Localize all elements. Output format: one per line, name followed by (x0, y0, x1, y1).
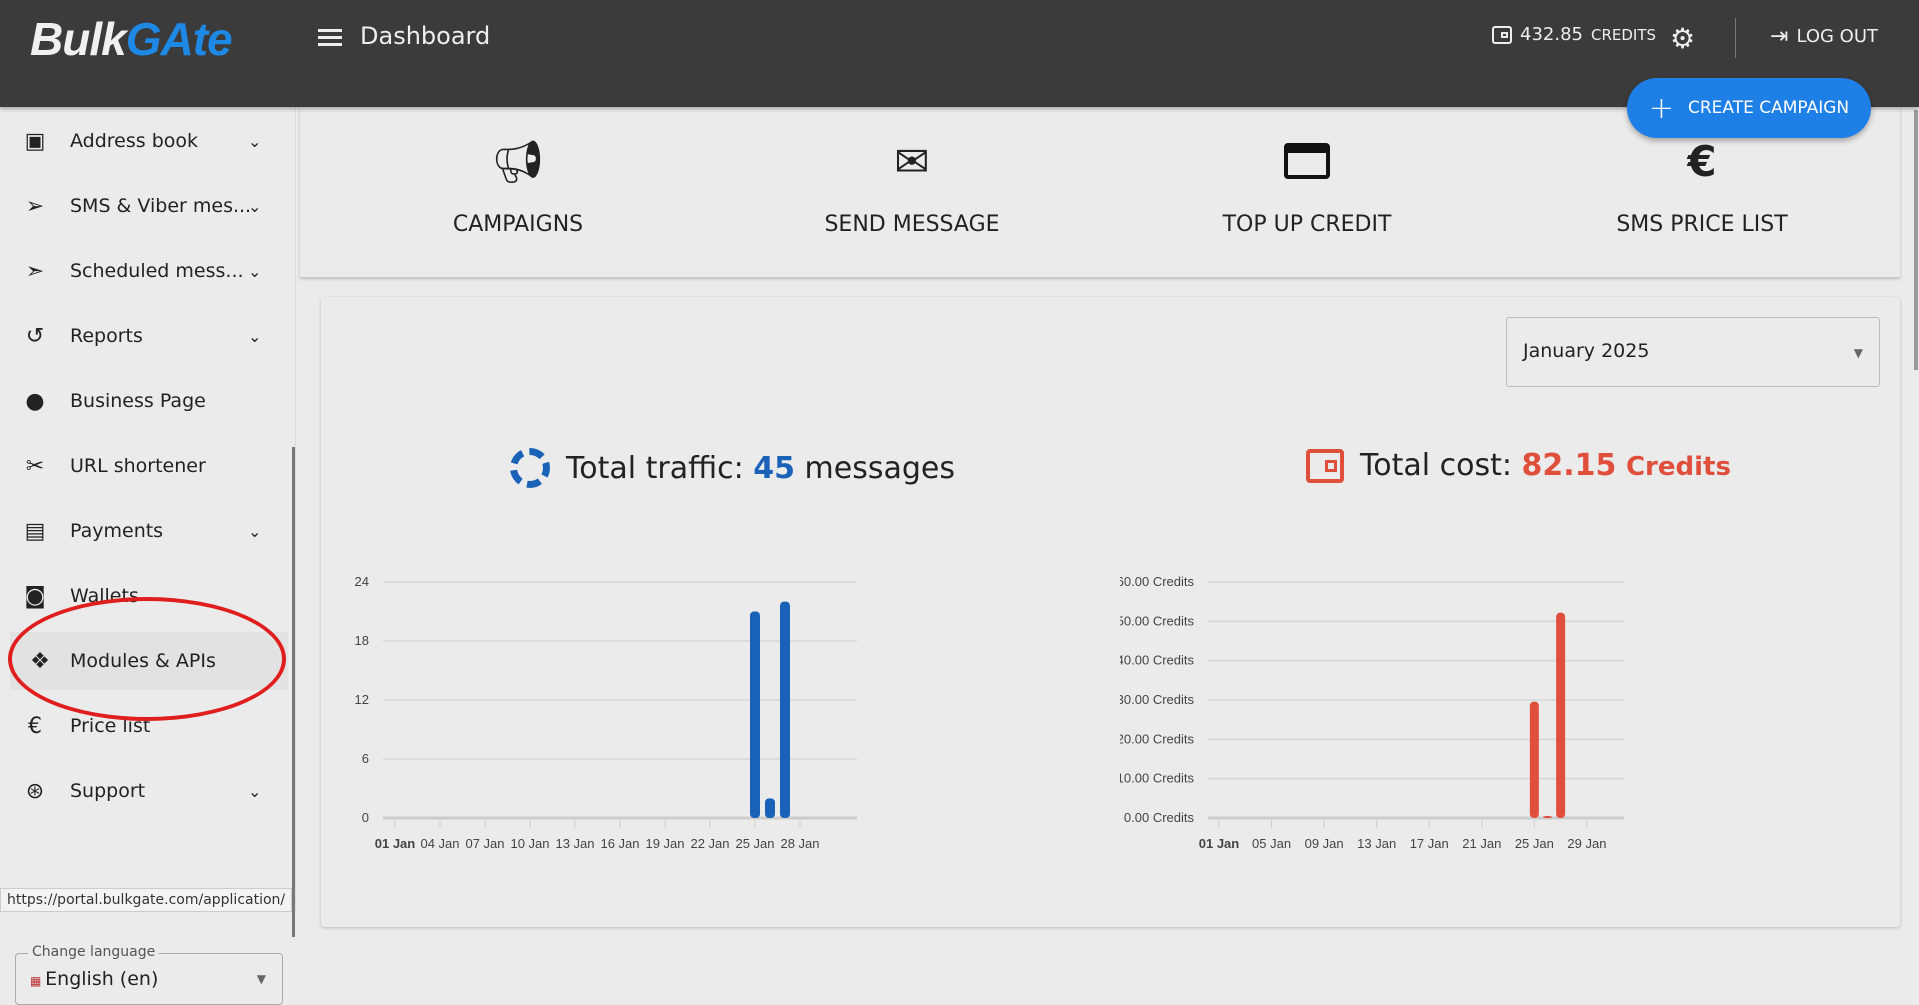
x-tick-label: 29 Jan (1567, 836, 1606, 851)
page-scrollbar[interactable] (1914, 110, 1918, 370)
shortcut-send-message[interactable]: ✉ SEND MESSAGE (762, 137, 1062, 237)
shortcut-top-up-credit[interactable]: TOP UP CREDIT (1157, 137, 1457, 237)
y-tick-label: 60.00 Credits (1120, 574, 1194, 589)
wallet-icon: ◙ (24, 583, 46, 609)
mail-send-icon: ✉ (894, 137, 930, 186)
logout-button[interactable]: ⇥ LOG OUT (1770, 24, 1878, 49)
x-tick-label: 28 Jan (780, 836, 819, 851)
wallet-icon (1492, 25, 1512, 44)
y-tick-label: 50.00 Credits (1120, 613, 1194, 628)
sidebar-item-address-book[interactable]: ▣ Address book ⌄ (0, 112, 290, 170)
sidebar-item-modules-apis[interactable]: ❖ Modules & APIs (10, 632, 288, 690)
gear-icon[interactable]: ⚙ (1670, 22, 1695, 55)
cost-chart: 0.00 Credits 10.00 Credits 20.00 Credits 30… (1120, 574, 1624, 851)
sidebar-item-business-page[interactable]: ● Business Page (0, 372, 290, 430)
uk-flag-icon: ▦ (30, 974, 46, 988)
shortcut-sms-price-list[interactable]: € SMS PRICE LIST (1552, 137, 1852, 237)
donut-icon (510, 448, 550, 488)
chevron-down-icon[interactable]: ⌄ (248, 197, 261, 216)
chevron-down-icon[interactable]: ⌄ (248, 262, 261, 281)
y-tick-label: 12 (355, 692, 369, 707)
dropdown-arrow-icon: ▼ (1853, 346, 1863, 360)
sidebar-item-wallets[interactable]: ◙ Wallets (0, 567, 290, 625)
chevron-down-icon[interactable]: ⌄ (248, 522, 261, 541)
euro-icon: € (28, 713, 42, 739)
plus-icon: + (1648, 90, 1674, 126)
x-tick-label: 10 Jan (510, 836, 549, 851)
x-tick-label: 13 Jan (555, 836, 594, 851)
scissors-icon: ✂ (25, 453, 45, 479)
chevron-down-icon[interactable]: ⌄ (248, 132, 261, 151)
y-tick-label: 10.00 Credits (1120, 771, 1194, 786)
x-tick-label: 13 Jan (1357, 836, 1396, 851)
modules-icon: ❖ (30, 648, 50, 674)
y-tick-label: 0.00 Credits (1124, 810, 1195, 825)
money-icon: ▤ (24, 518, 46, 544)
history-icon: ↺ (25, 323, 45, 349)
bar-26-jan (765, 798, 775, 818)
x-tick-label: 21 Jan (1462, 836, 1501, 851)
sidebar-item-price-list[interactable]: € Price list (0, 697, 290, 755)
total-traffic: Total traffic: 45 messages (510, 448, 955, 488)
x-tick-label: 25 Jan (1515, 836, 1554, 851)
sidebar-item-sms-viber-mes[interactable]: ➢ SMS & Viber mes... ⌄ (0, 177, 290, 235)
x-tick-label: 07 Jan (465, 836, 504, 851)
sidebar-item-payments[interactable]: ▤ Payments ⌄ (0, 502, 290, 560)
y-tick-label: 40.00 Credits (1120, 653, 1194, 668)
sidebar: ▣ Address book ⌄ ➢ SMS & Viber mes... ⌄ ➣ Sched… (0, 107, 296, 1005)
x-tick-label: 22 Jan (690, 836, 729, 851)
bar-25-jan (1529, 701, 1539, 818)
scheduled-send-icon: ➣ (25, 258, 45, 284)
y-tick-label: 18 (355, 633, 369, 648)
hamburger-menu-icon[interactable] (318, 26, 342, 50)
logout-icon: ⇥ (1770, 24, 1789, 49)
y-tick-label: 24 (355, 574, 369, 589)
y-tick-label: 6 (362, 751, 369, 766)
period-select[interactable]: January 2025 ▼ (1506, 317, 1880, 387)
lifebuoy-icon: ⊛ (25, 778, 45, 804)
send-icon: ➢ (25, 193, 45, 219)
dropdown-arrow-icon: ▼ (256, 972, 266, 986)
x-tick-label: 04 Jan (420, 836, 459, 851)
euro-icon: € (1687, 137, 1717, 186)
chevron-down-icon[interactable]: ⌄ (248, 782, 261, 801)
credits-balance[interactable]: 432.85 CREDITS (1492, 24, 1656, 45)
total-cost: Total cost: 82.15 Credits (1306, 448, 1731, 483)
y-tick-label: 30.00 Credits (1120, 692, 1194, 707)
bulkgate-logo[interactable]: BulkGAte (30, 12, 233, 66)
globe-icon: ● (25, 388, 45, 414)
bar-27-jan (780, 601, 790, 818)
language-select[interactable]: Change language ▦ English (en) ▼ (15, 944, 283, 1005)
bar-27-jan (1556, 612, 1566, 818)
x-tick-label: 09 Jan (1305, 836, 1344, 851)
bar-25-jan (750, 611, 760, 818)
x-tick-label: 16 Jan (600, 836, 639, 851)
x-tick-label: 05 Jan (1252, 836, 1291, 851)
traffic-chart: 0 6 12 18 24 01 Jan 04 Jan 07 Jan 10 Jan 13 Jan 16… (355, 574, 857, 851)
megaphone-icon: 📢︎ (491, 137, 545, 186)
y-tick-label: 20.00 Credits (1120, 731, 1194, 746)
x-tick-label: 25 Jan (735, 836, 774, 851)
shortcut-campaigns[interactable]: 📢︎ CAMPAIGNS (368, 137, 668, 237)
x-tick-label: 17 Jan (1410, 836, 1449, 851)
chevron-down-icon[interactable]: ⌄ (248, 327, 261, 346)
x-tick-label: 01 Jan (1199, 836, 1240, 851)
create-campaign-button[interactable]: + CREATE CAMPAIGN (1627, 78, 1871, 138)
sidebar-item-scheduled-mess[interactable]: ➣ Scheduled mess... ⌄ (0, 242, 290, 300)
status-bar-url: https://portal.bulkgate.com/application/ (0, 888, 293, 912)
address-book-icon: ▣ (24, 128, 46, 154)
page-title: Dashboard (360, 22, 491, 50)
credit-card-icon (1157, 137, 1457, 197)
x-tick-label: 01 Jan (375, 836, 416, 851)
bar-26-jan (1543, 816, 1552, 818)
divider (1735, 18, 1736, 58)
y-tick-label: 0 (362, 810, 369, 825)
sidebar-item-support[interactable]: ⊛ Support ⌄ (0, 762, 290, 820)
sidebar-item-reports[interactable]: ↺ Reports ⌄ (0, 307, 290, 365)
x-tick-label: 19 Jan (645, 836, 684, 851)
wallet-icon (1306, 448, 1344, 483)
sidebar-item-url-shortener[interactable]: ✂ URL shortener (0, 437, 290, 495)
sidebar-scrollbar[interactable] (292, 447, 295, 937)
